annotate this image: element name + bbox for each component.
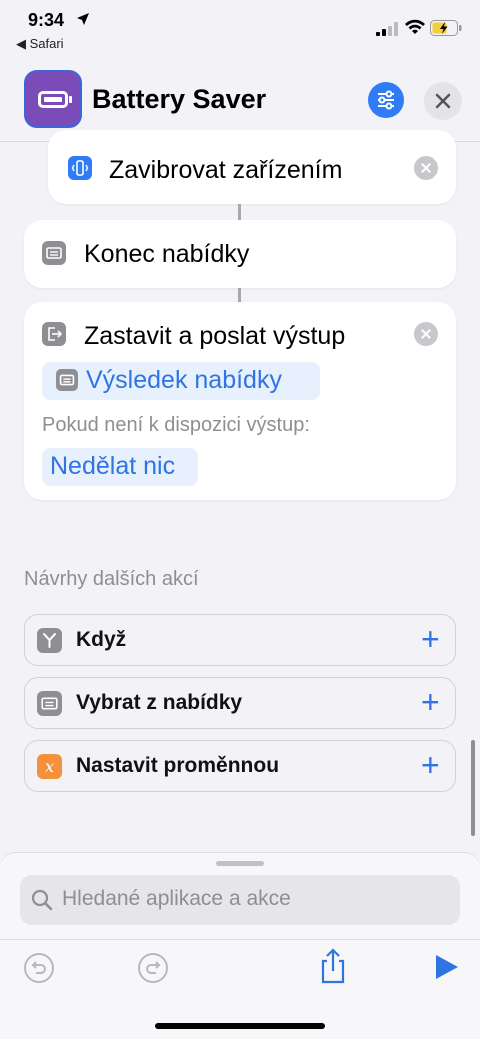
suggestion-label: Vybrat z nabídky [76,691,243,714]
branch-icon [37,628,62,653]
suggestion-label: Nastavit proměnnou [76,754,280,777]
sliders-icon [378,90,394,110]
scrollbar[interactable] [471,740,475,836]
sheet-grabber[interactable] [216,861,264,866]
suggestion-set-variable[interactable]: x Nastavit proměnnou + [24,740,456,792]
suggestion-label: Když [76,628,127,651]
close-button[interactable] [424,82,462,120]
action-card-vibrate[interactable]: Zavibrovat zařízením [48,130,456,204]
svg-text:x: x [45,757,54,776]
close-icon [435,93,451,109]
exit-output-icon [42,322,66,346]
cellular-signal-icon [376,22,398,41]
run-play-icon[interactable] [432,953,460,986]
battery-charging-icon [430,20,462,41]
undo-icon[interactable] [22,951,56,990]
wifi-icon [404,18,426,41]
search-input[interactable] [62,887,442,911]
variable-icon: x [37,754,62,779]
suggestion-choose-from-menu[interactable]: Vybrat z nabídky + [24,677,456,729]
shortcut-settings-button[interactable] [368,82,404,118]
share-icon[interactable] [316,947,350,990]
no-output-label: Pokud není k dispozici výstup: [42,414,310,436]
action-label-vibrate: Zavibrovat zařízením [109,156,343,184]
search-icon [30,888,54,917]
suggestion-if[interactable]: Když + [24,614,456,666]
status-time: 9:34 [28,10,65,30]
add-icon[interactable]: + [421,686,440,718]
action-card-stop-output[interactable]: Zastavit a poslat výstup Výsledek nabídk… [24,302,456,500]
redo-icon[interactable] [136,951,170,990]
action-label-end-menu: Konec nabídky [84,240,250,268]
token-label: Nedělat nic [50,452,176,480]
menu-result-variable-token[interactable]: Výsledek nabídky [42,362,320,400]
search-bar[interactable] [20,875,460,925]
status-bar: 9:34 ◀ Safari [0,0,480,56]
action-label-stop-output: Zastavit a poslat výstup [84,322,346,350]
menu-icon [56,369,78,391]
token-label: Výsledek nabídky [86,366,282,394]
back-app-label: Safari [29,36,64,51]
add-icon[interactable]: + [421,749,440,781]
menu-icon [37,691,62,716]
home-indicator [155,1023,325,1029]
flow-connector [238,204,241,220]
vibrate-icon [68,156,92,180]
divider [0,939,480,940]
no-output-option-token[interactable]: Nedělat nic [42,448,198,486]
shortcut-app-icon[interactable] [24,70,82,128]
action-search-sheet [0,852,480,1039]
add-icon[interactable]: + [421,623,440,655]
back-to-safari-link[interactable]: ◀ Safari [16,36,64,52]
remove-action-button[interactable] [414,322,438,346]
menu-icon [42,241,66,265]
action-card-end-menu[interactable]: Konec nabídky [24,220,456,288]
flow-connector [238,288,241,302]
shortcut-title[interactable]: Battery Saver [92,84,266,115]
remove-action-button[interactable] [414,156,438,180]
suggestions-title: Návrhy dalších akcí [24,568,199,590]
location-arrow-icon [76,12,90,31]
